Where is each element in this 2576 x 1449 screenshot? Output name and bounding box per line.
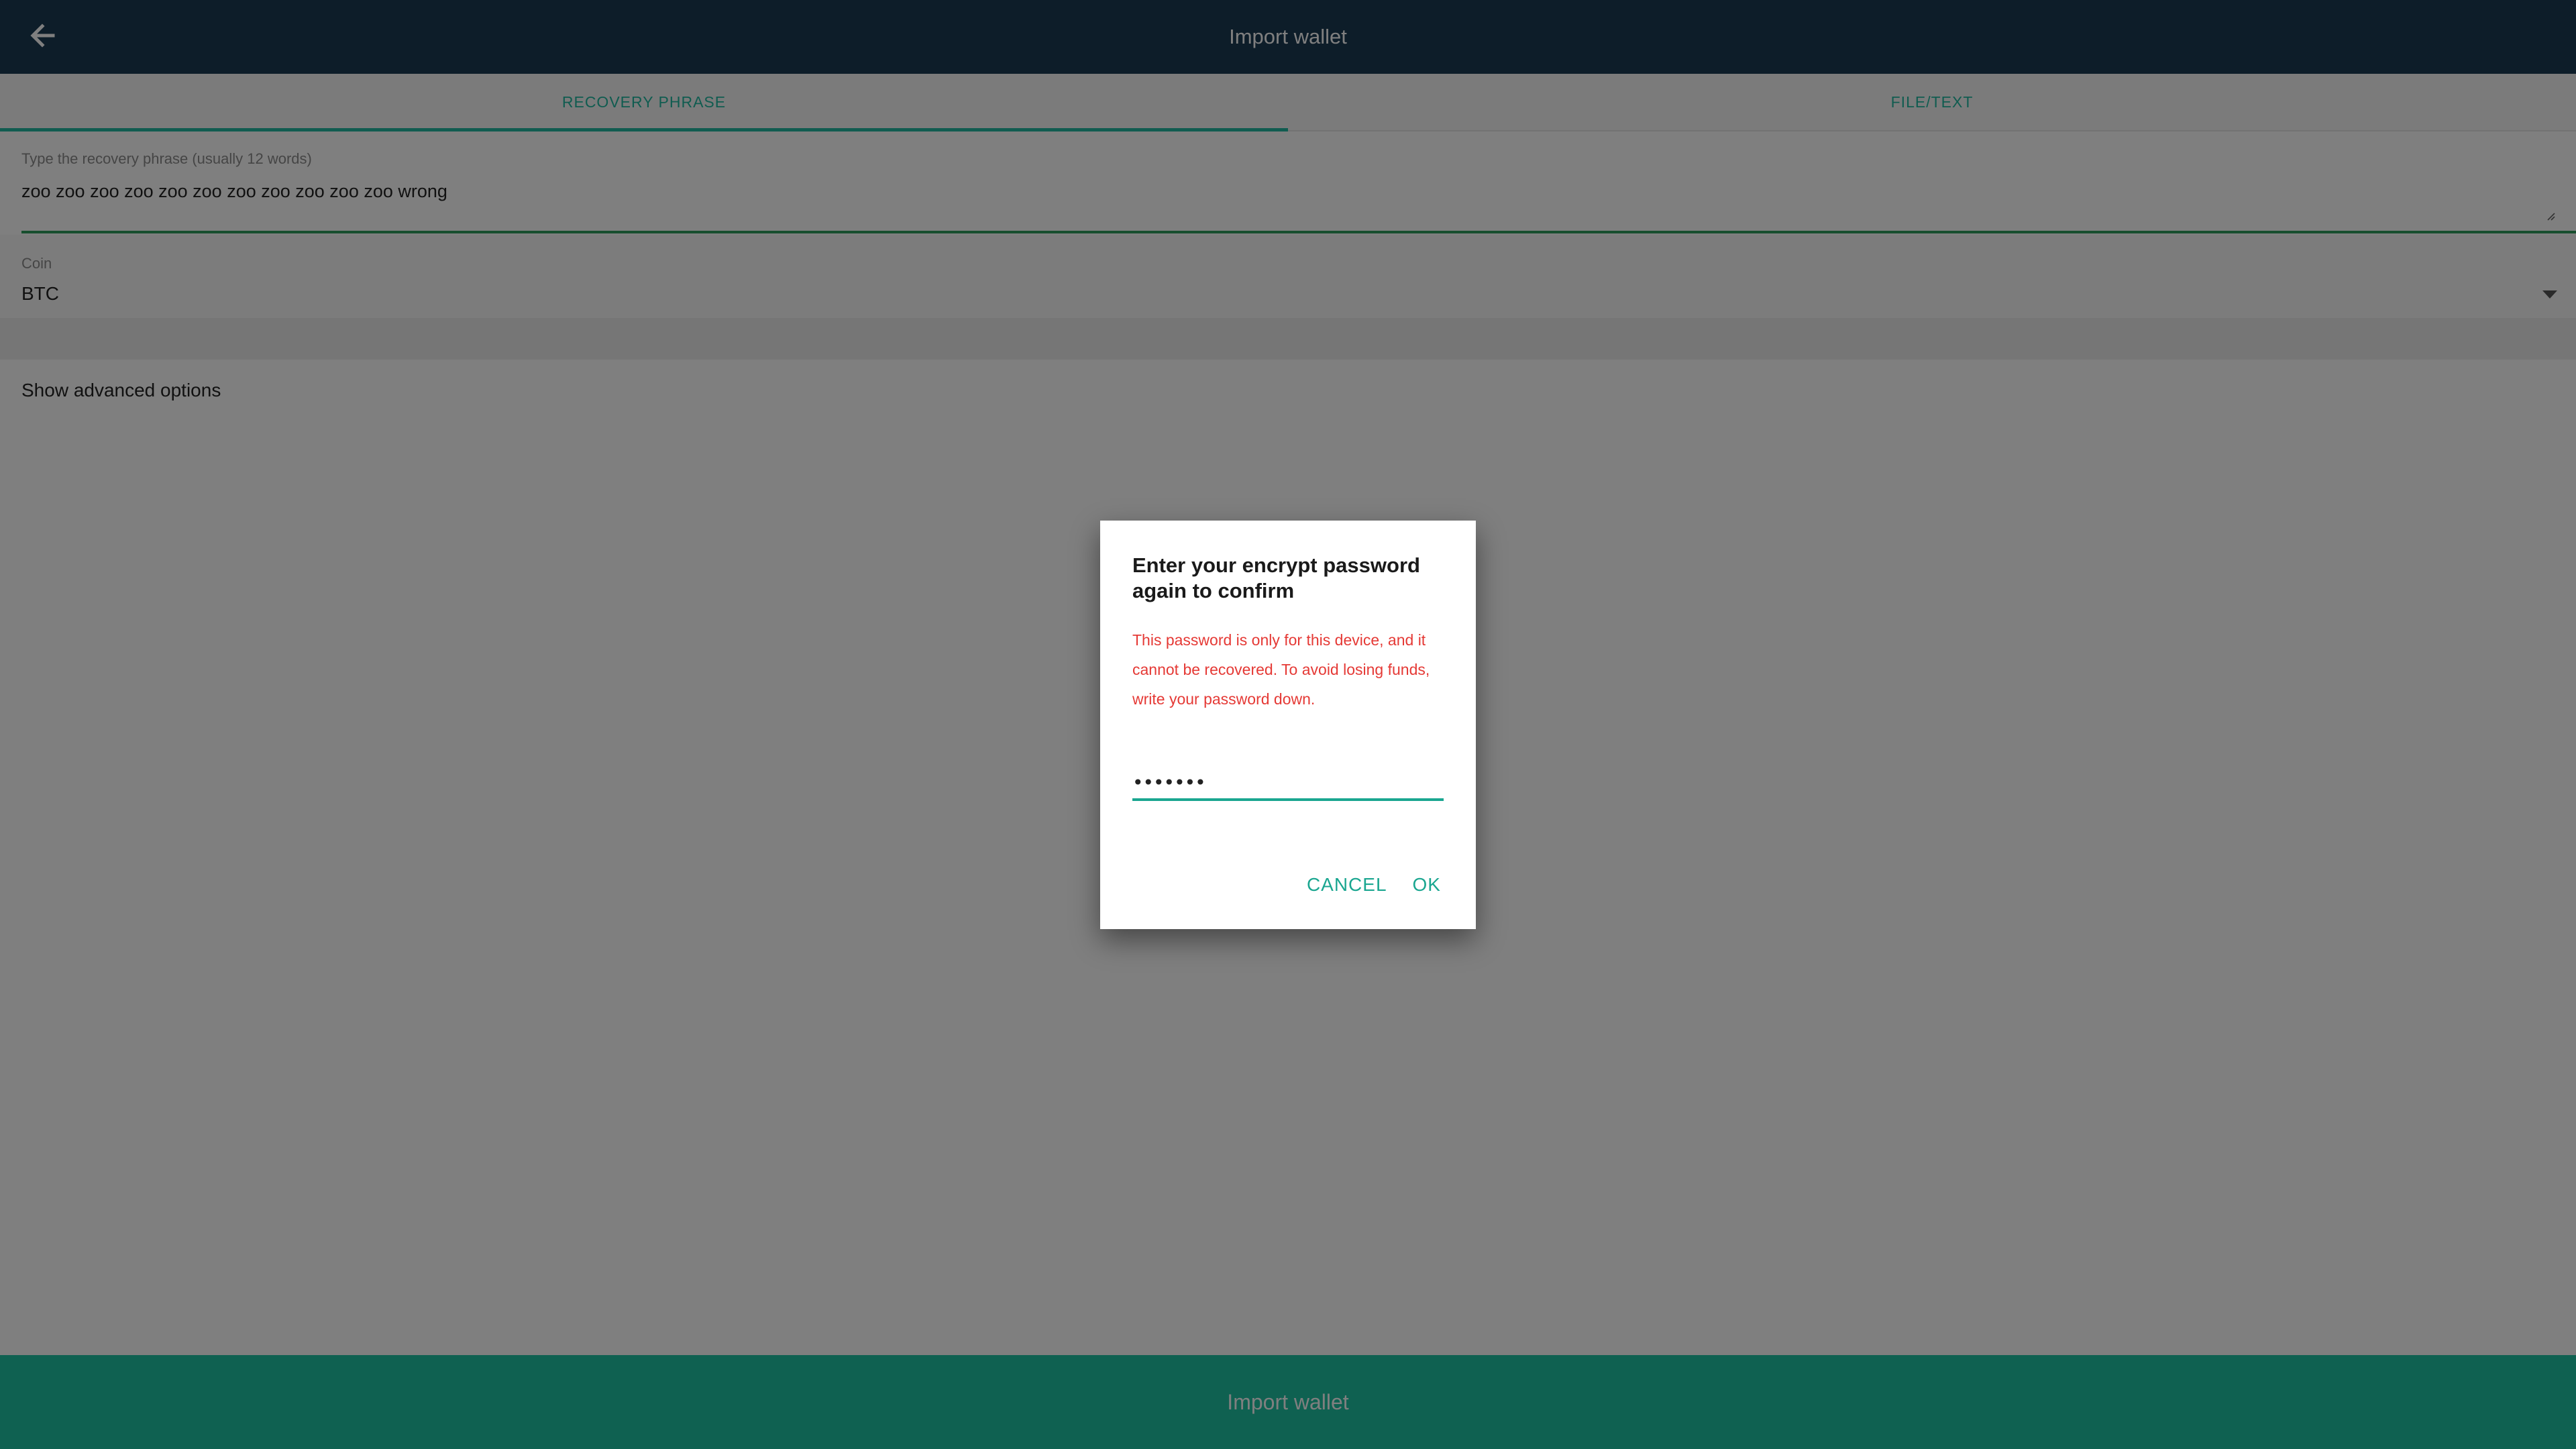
dialog-actions: CANCEL OK <box>1297 866 1450 904</box>
cancel-button[interactable]: CANCEL <box>1297 866 1397 904</box>
password-warning: This password is only for this device, a… <box>1132 631 1430 708</box>
confirm-password-dialog: Enter your encrypt password again to con… <box>1100 521 1476 929</box>
dialog-title: Enter your encrypt password again to con… <box>1132 553 1420 602</box>
ok-button[interactable]: OK <box>1403 866 1450 904</box>
password-field[interactable] <box>1132 766 1444 801</box>
password-input[interactable] <box>1132 766 1444 798</box>
password-underline <box>1132 798 1444 801</box>
